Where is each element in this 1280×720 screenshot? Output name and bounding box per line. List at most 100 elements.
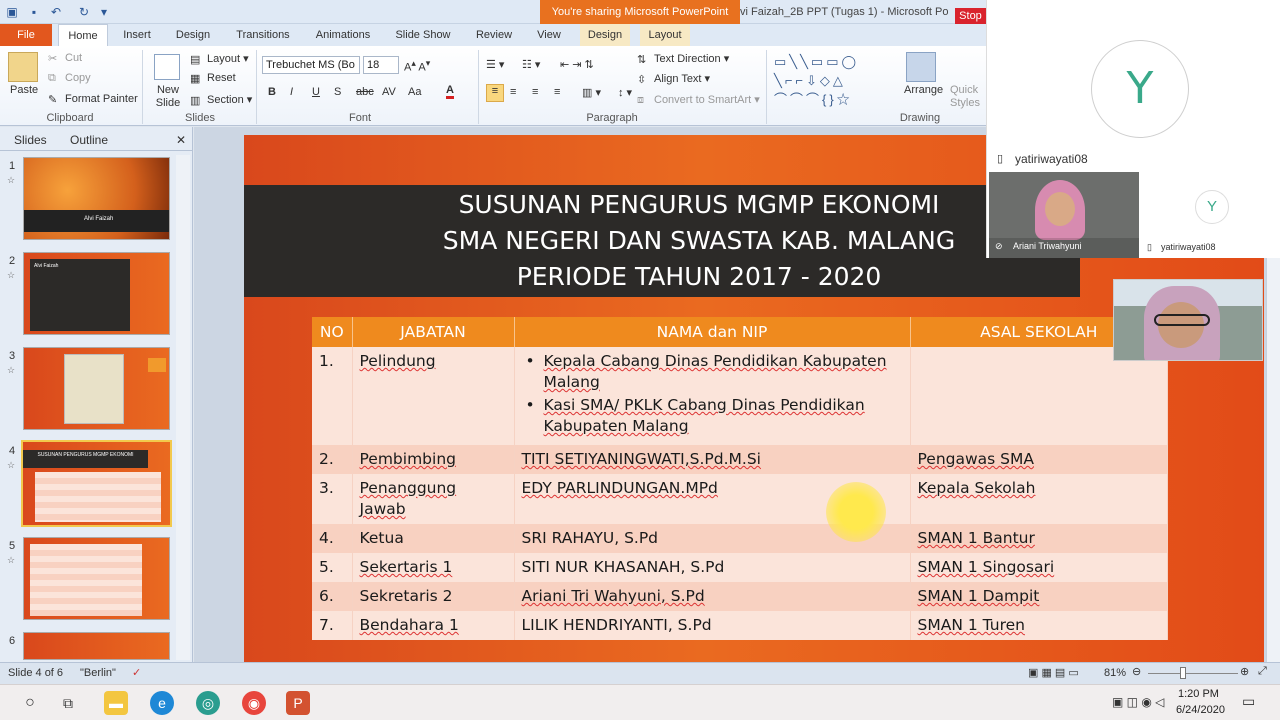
columns-icon[interactable]: ▥ ▾ <box>582 86 601 99</box>
font-size-select[interactable]: 18 <box>363 56 399 74</box>
align-right-icon[interactable]: ≡ <box>532 86 538 98</box>
reset-button[interactable]: ▦ Reset <box>190 72 236 85</box>
grow-font-icon[interactable]: A▴ A▾ <box>404 58 430 74</box>
font-family-select[interactable]: Trebuchet MS (Bo <box>262 56 360 74</box>
thumbnail-scrollbar[interactable] <box>176 155 190 660</box>
align-center-icon[interactable]: ≡ <box>510 86 516 98</box>
tab-insert[interactable]: Insert <box>118 24 156 46</box>
convert-smartart-button[interactable]: ⧈ Convert to SmartArt ▾ <box>637 93 760 106</box>
close-panel-icon[interactable]: ✕ <box>176 130 186 150</box>
align-left-icon[interactable]: ≡ <box>486 84 504 102</box>
search-icon[interactable]: ○ <box>18 691 42 715</box>
arrange-icon <box>906 52 936 82</box>
tab-review[interactable]: Review <box>472 24 516 46</box>
app-icon[interactable]: ◎ <box>196 691 220 715</box>
strikethrough-icon[interactable]: abc <box>356 86 374 98</box>
table-row[interactable]: 2. Pembimbing TITI SETIYANINGWATI,S.Pd.M… <box>312 445 1168 474</box>
table-row[interactable]: 3. Penanggung Jawab EDY PARLINDUNGAN.MPd… <box>312 474 1168 524</box>
quick-styles-button[interactable]: Quick Styles <box>950 84 980 110</box>
tab-view[interactable]: View <box>532 24 566 46</box>
text-direction-button[interactable]: ⇅ Text Direction ▾ <box>637 52 729 66</box>
clock-time[interactable]: 1:20 PM <box>1178 688 1219 700</box>
stop-share-button[interactable]: Stop <box>955 8 986 24</box>
clock-date[interactable]: 6/24/2020 <box>1176 704 1225 716</box>
structure-table[interactable]: NO JABATAN NAMA dan NIP ASAL SEKOLAH 1. … <box>312 317 1168 652</box>
arrange-button[interactable]: Arrange <box>904 84 943 96</box>
slide-thumbnail-2[interactable]: Alvi Faizah <box>23 252 170 335</box>
align-text-button[interactable]: ⇳ Align Text ▾ <box>637 72 710 86</box>
customize-toolbar-icon[interactable]: ▾ <box>96 4 112 20</box>
table-row[interactable]: 5. Sekertaris 1 SITI NUR KHASANAH, S.Pd … <box>312 553 1168 582</box>
slide-title[interactable]: SUSUNAN PENGURUS MGMP EKONOMI SMA NEGERI… <box>394 187 1004 295</box>
tab-slides[interactable]: Slides <box>14 130 47 150</box>
zoom-slider-thumb[interactable] <box>1180 667 1186 679</box>
slide-thumbnail-4[interactable]: SUSUNAN PENGURUS MGMP EKONOMI <box>21 440 172 527</box>
new-slide-button[interactable]: New Slide <box>150 84 186 110</box>
spellcheck-icon[interactable]: ✓ <box>132 666 141 679</box>
slide-thumbnail-1[interactable]: Alvi Faizah <box>23 157 170 240</box>
screen-share-banner: You're sharing Microsoft PowerPoint <box>540 0 740 24</box>
table-row[interactable]: 1. Pelindung Kepala Cabang Dinas Pendidi… <box>312 347 1168 445</box>
zoom-out-icon[interactable]: ⊖ <box>1132 665 1141 678</box>
tab-home[interactable]: Home <box>58 24 108 46</box>
justify-icon[interactable]: ≡ <box>554 86 560 98</box>
participant-video-1[interactable]: ⊘ Ariani Triwahyuni <box>989 172 1139 258</box>
font-color-icon[interactable]: A <box>446 84 454 99</box>
bold-icon[interactable]: B <box>268 86 276 98</box>
presenter-video[interactable] <box>1113 279 1263 361</box>
save-icon[interactable]: ▪ <box>26 4 42 20</box>
tab-file[interactable]: File <box>0 24 52 46</box>
undo-icon[interactable]: ↶ <box>48 4 64 20</box>
indent-icons[interactable]: ⇤ ⇥ ⇅ <box>560 58 594 71</box>
line-spacing-icon[interactable]: ↕ ▾ <box>618 86 632 99</box>
zoom-in-icon[interactable]: ⊕ <box>1240 665 1249 678</box>
fit-slide-icon[interactable]: ⤢ <box>1258 665 1267 678</box>
table-row[interactable]: 6. Sekretaris 2 Ariani Tri Wahyuni, S.Pd… <box>312 582 1168 611</box>
underline-icon[interactable]: U <box>312 86 320 98</box>
shadow-icon[interactable]: S <box>334 86 341 98</box>
zoom-level[interactable]: 81% <box>1104 667 1126 679</box>
paste-button[interactable]: Paste <box>10 84 38 96</box>
tab-table-design[interactable]: Design <box>580 24 630 46</box>
view-buttons[interactable]: ▣ ▦ ▤ ▭ <box>1028 666 1079 679</box>
bullets-icon[interactable]: ☰ ▾ <box>486 58 504 71</box>
redo-icon[interactable]: ↻ <box>76 4 92 20</box>
powerpoint-icon[interactable]: ▣ <box>4 4 20 20</box>
cell-nama: SITI NUR KHASANAH, S.Pd <box>514 553 911 582</box>
thumb-number: 4 <box>9 445 16 457</box>
numbering-icon[interactable]: ☷ ▾ <box>522 58 540 71</box>
slide-thumbnail-6[interactable] <box>23 632 170 660</box>
char-spacing-icon[interactable]: AV <box>382 86 396 98</box>
copy-icon: ⧉ <box>48 72 56 85</box>
tab-design[interactable]: Design <box>172 24 214 46</box>
file-explorer-icon[interactable]: ▬ <box>104 691 128 715</box>
task-view-icon[interactable]: ⧉ <box>56 691 80 715</box>
zoom-slider[interactable] <box>1148 673 1238 674</box>
nama-list: Kepala Cabang Dinas Pendidikan Kabupaten… <box>522 351 903 437</box>
layout-button[interactable]: ▤ Layout ▾ <box>190 52 249 66</box>
window-title: vi Faizah_2B PPT (Tugas 1) - Microsoft P… <box>740 6 949 18</box>
edge-icon[interactable]: e <box>150 691 174 715</box>
tab-slide-show[interactable]: Slide Show <box>392 24 454 46</box>
chrome-icon[interactable]: ◉ <box>242 691 266 715</box>
powerpoint-taskbar-icon[interactable]: P <box>286 691 310 715</box>
slide-thumbnail-5[interactable] <box>23 537 170 620</box>
format-painter-button[interactable]: ✎ Format Painter <box>48 93 138 106</box>
table-row[interactable]: 4. Ketua SRI RAHAYU, S.Pd SMAN 1 Bantur <box>312 524 1168 553</box>
table-row[interactable]: 7. Bendahara 1 LILIK HENDRIYANTI, S.Pd S… <box>312 611 1168 640</box>
italic-icon[interactable]: I <box>290 86 293 98</box>
system-tray-icons[interactable]: ▣ ◫ ◉ ◁ <box>1112 695 1164 709</box>
tab-transitions[interactable]: Transitions <box>232 24 294 46</box>
section-button[interactable]: ▥ Section ▾ <box>190 93 252 107</box>
change-case-icon[interactable]: Aa <box>408 86 421 98</box>
cut-button[interactable]: ✂ Cut <box>48 52 82 65</box>
tab-table-layout[interactable]: Layout <box>640 24 690 46</box>
shapes-gallery[interactable]: ▭╲╲▭▭◯ ╲⌐⌐⇩◇△ ⌒⌒⌒{}☆ <box>774 52 859 109</box>
thumb-image <box>64 354 124 424</box>
tab-outline[interactable]: Outline <box>70 130 108 150</box>
notification-icon[interactable]: ▭ <box>1242 693 1255 710</box>
cell-jabatan: Ketua <box>352 524 515 553</box>
tab-animations[interactable]: Animations <box>312 24 374 46</box>
copy-button[interactable]: ⧉ Copy <box>48 72 91 84</box>
slide-thumbnail-3[interactable] <box>23 347 170 430</box>
